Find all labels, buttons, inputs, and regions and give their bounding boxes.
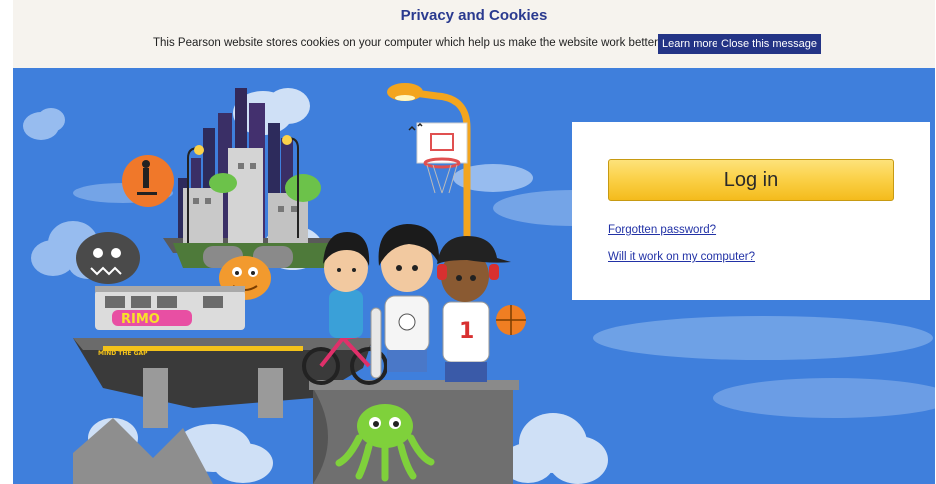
close-message-button[interactable]: Close this message	[717, 34, 821, 54]
cookie-banner: Privacy and Cookies This Pearson website…	[13, 0, 935, 68]
login-panel: Log in Forgotten password? Will it work …	[572, 122, 930, 300]
cookie-banner-message: This Pearson website stores cookies on y…	[153, 37, 700, 49]
kid-with-basketball: 1	[437, 236, 526, 382]
mind-the-gap-sign: MIND THE GAP	[98, 350, 148, 357]
city-skyline	[163, 88, 353, 268]
kid-with-skateboard	[370, 224, 440, 379]
login-button[interactable]: Log in	[608, 159, 894, 201]
sunset-skater	[122, 155, 174, 207]
skate-ramp	[309, 380, 519, 484]
jersey-number: 1	[459, 319, 474, 344]
hero-illustration: RIMO MIND THE GAP 1 Log in Forgotten pas…	[13, 68, 935, 484]
compatibility-check-link[interactable]: Will it work on my computer?	[608, 251, 755, 263]
dark-monster	[76, 232, 140, 284]
subway-train: RIMO	[95, 286, 245, 330]
forgotten-password-link[interactable]: Forgotten password?	[608, 224, 716, 236]
learn-more-button[interactable]: Learn more	[658, 34, 723, 54]
cookie-banner-title: Privacy and Cookies	[400, 7, 548, 24]
graffiti-text: RIMO	[121, 312, 160, 327]
